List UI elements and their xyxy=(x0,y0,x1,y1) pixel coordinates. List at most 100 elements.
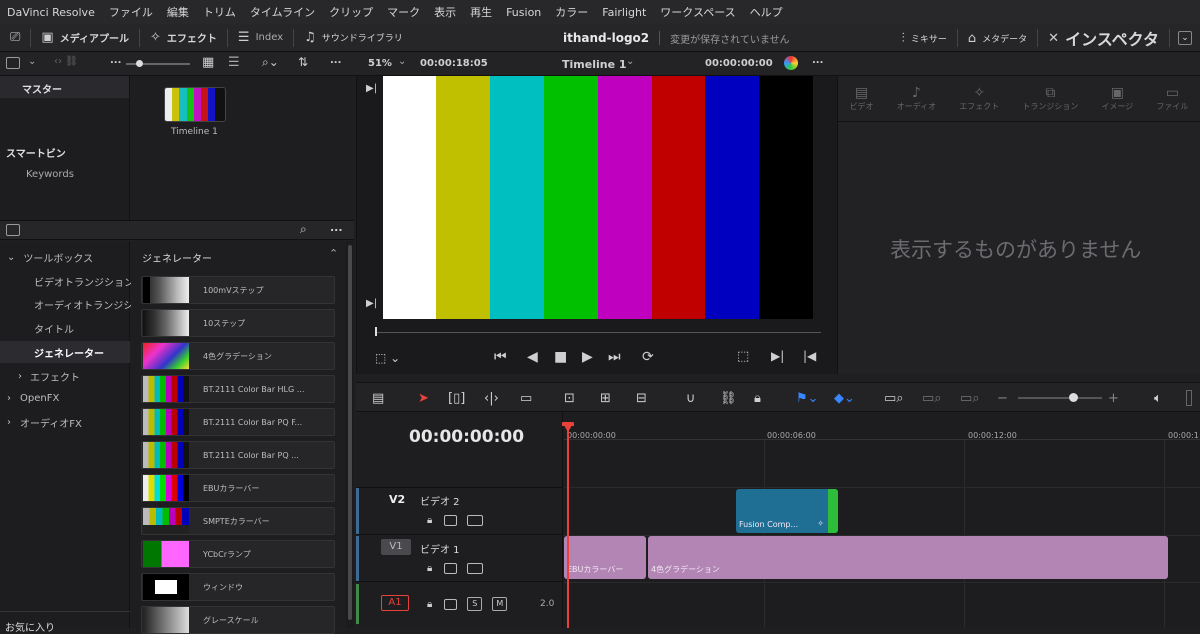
more-options-button[interactable]: ... xyxy=(330,55,341,66)
menu-file[interactable]: ファイル xyxy=(102,4,160,20)
lock-icon[interactable]: 🔒︎ xyxy=(427,515,432,526)
generator-item[interactable]: グレースケール xyxy=(141,606,335,634)
tab-audio[interactable]: ♪ オーディオ xyxy=(897,85,936,112)
track-enable-icon[interactable] xyxy=(467,515,484,526)
tree-openfx[interactable]: › OpenFX xyxy=(0,387,130,409)
tab-effect[interactable]: ✧ エフェクト xyxy=(959,85,999,112)
zoom-in-icon[interactable]: + xyxy=(1108,383,1119,413)
search-icon[interactable]: ⌕ xyxy=(300,222,307,237)
play-icon[interactable]: ▶ xyxy=(582,349,593,365)
snapping-icon[interactable]: ∪ xyxy=(686,383,696,413)
chevron-up-icon[interactable]: ⌃ xyxy=(329,247,338,260)
chevron-down-icon[interactable]: ⌄ xyxy=(626,56,634,67)
tab-transition[interactable]: ⧉ トランジション xyxy=(1022,85,1078,112)
menu-fairlight[interactable]: Fairlight xyxy=(595,6,653,19)
menu-timeline[interactable]: タイムライン xyxy=(243,4,322,20)
generator-item[interactable]: BT.2111 Color Bar PQ F... xyxy=(141,408,335,436)
panel-toggle-icon[interactable] xyxy=(6,57,20,69)
track-name-v1[interactable]: ビデオ 1 xyxy=(420,541,460,556)
auto-select-icon[interactable] xyxy=(444,598,458,610)
prev-frame-icon[interactable]: |◀ xyxy=(803,349,816,363)
collapse-button[interactable]: ⌄ xyxy=(1170,24,1200,52)
skip-forward-icon[interactable]: ⏭ xyxy=(608,349,621,365)
track-label-v2[interactable]: V2 xyxy=(389,493,405,506)
menu-workspace[interactable]: ワークスペース xyxy=(653,4,742,20)
clip-4color-gradient[interactable]: 4色グラデーション xyxy=(648,536,1168,579)
timeline-selector[interactable]: Timeline 1 xyxy=(562,58,627,71)
clip-handle[interactable] xyxy=(828,489,838,533)
link-icon[interactable]: ⛓ xyxy=(720,383,737,413)
play-reverse-icon[interactable]: ◀ xyxy=(527,349,538,365)
insert-clip-icon[interactable]: ⊡ xyxy=(564,383,575,413)
tree-generator[interactable]: ジェネレーター xyxy=(0,341,130,363)
timeline-view-icon[interactable]: ▤ xyxy=(372,383,384,413)
zoom-full-icon[interactable]: ▭⌕ xyxy=(884,383,904,413)
auto-select-icon[interactable] xyxy=(444,515,458,526)
track-enable-icon[interactable] xyxy=(467,563,484,574)
index-button[interactable]: ☰ Index xyxy=(228,24,293,52)
mixer-button[interactable]: ⫶ ミキサー xyxy=(892,24,957,52)
playhead-marker[interactable] xyxy=(375,327,377,336)
auto-select-icon[interactable] xyxy=(444,563,458,574)
inspector-button[interactable]: ✕ インスペクタ xyxy=(1038,24,1169,52)
zoom-slider-handle[interactable] xyxy=(1069,393,1078,402)
media-pool-button[interactable]: ▣ メディアプール xyxy=(31,24,139,52)
playhead-cap[interactable] xyxy=(562,422,574,426)
menu-playback[interactable]: 再生 xyxy=(463,4,499,20)
color-wheel-icon[interactable] xyxy=(784,56,798,70)
trim-tool-icon[interactable]: [▯] xyxy=(448,383,465,413)
scrub-bar[interactable] xyxy=(375,332,821,333)
menu-color[interactable]: カラー xyxy=(548,4,595,20)
scroll-thumb[interactable] xyxy=(348,245,352,620)
bin-keywords[interactable]: Keywords xyxy=(26,169,74,180)
generator-item[interactable]: EBUカラーバー xyxy=(141,474,335,502)
panel-toggle-icon[interactable] xyxy=(6,224,20,236)
list-view-icon[interactable]: ☰ xyxy=(228,55,240,70)
menu-app[interactable]: DaVinci Resolve xyxy=(0,6,102,19)
tree-effect[interactable]: › エフェクト xyxy=(0,365,130,387)
mute-button[interactable]: M xyxy=(492,597,508,611)
zoom-out-icon[interactable]: − xyxy=(997,383,1008,413)
timeline-clip-thumbnail[interactable] xyxy=(164,87,226,122)
menu-mark[interactable]: マーク xyxy=(380,4,427,20)
lock-icon[interactable]: 🔒︎ xyxy=(754,383,761,413)
track-name-v2[interactable]: ビデオ 2 xyxy=(420,493,460,508)
zoom-custom-icon[interactable]: ▭⌕ xyxy=(960,383,980,413)
marker-icon[interactable]: ◆⌄ xyxy=(834,383,855,413)
mark-in-icon[interactable]: ▶| xyxy=(366,83,377,94)
effects-more-button[interactable]: ... xyxy=(330,221,343,234)
match-frame-icon[interactable]: ⬚ xyxy=(737,349,749,364)
chevron-down-icon[interactable]: ⌄ xyxy=(398,56,406,67)
clip-fusion-composition[interactable]: Fusion Comp... ✧ xyxy=(736,489,838,533)
solo-button[interactable]: S xyxy=(467,597,483,611)
zoom-level[interactable]: 51% xyxy=(368,58,392,69)
lock-icon[interactable]: 🔒︎ xyxy=(427,599,432,610)
link-icon[interactable]: ‹› ⛓ xyxy=(54,56,78,67)
sort-icon[interactable]: ⇅ xyxy=(298,55,308,69)
menu-clip[interactable]: クリップ xyxy=(322,4,380,20)
generator-item[interactable]: SMPTEカラーバー xyxy=(141,507,335,535)
grid-view-icon[interactable]: ▦ xyxy=(202,55,214,70)
effects-button[interactable]: ✧ エフェクト xyxy=(140,24,227,52)
tab-video[interactable]: ▤ ビデオ xyxy=(850,85,874,112)
viewer-more-button[interactable]: ... xyxy=(812,55,823,66)
clip-ebu-color-bars[interactable]: EBUカラーバー xyxy=(564,536,646,579)
crop-icon[interactable]: ⬚ ⌄ xyxy=(375,351,400,365)
tab-image[interactable]: ▣ イメージ xyxy=(1101,85,1133,112)
metadata-button[interactable]: ⌂ メタデータ xyxy=(958,24,1037,52)
menu-trim[interactable]: トリム xyxy=(196,4,243,20)
more-dots[interactable]: ... xyxy=(110,55,121,66)
dynamic-trim-icon[interactable]: ‹|› xyxy=(484,383,499,413)
track-label-v1[interactable]: V1 xyxy=(381,539,411,555)
menu-view[interactable]: 表示 xyxy=(427,4,463,20)
generator-item[interactable]: 4色グラデーション xyxy=(141,342,335,370)
speaker-icon[interactable]: 🔈︎ xyxy=(1154,383,1162,413)
generator-item[interactable]: BT.2111 Color Bar HLG ... xyxy=(141,375,335,403)
generator-item[interactable]: ウィンドウ xyxy=(141,573,335,601)
playhead-line[interactable] xyxy=(567,430,569,628)
time-ruler[interactable] xyxy=(564,412,1200,440)
selection-tool-icon[interactable]: ➤ xyxy=(418,383,429,413)
blade-tool-icon[interactable]: ▭ xyxy=(520,383,532,413)
loop-icon[interactable]: ⟳ xyxy=(642,349,654,365)
tree-toolbox[interactable]: ⌄ ツールボックス xyxy=(0,246,130,268)
